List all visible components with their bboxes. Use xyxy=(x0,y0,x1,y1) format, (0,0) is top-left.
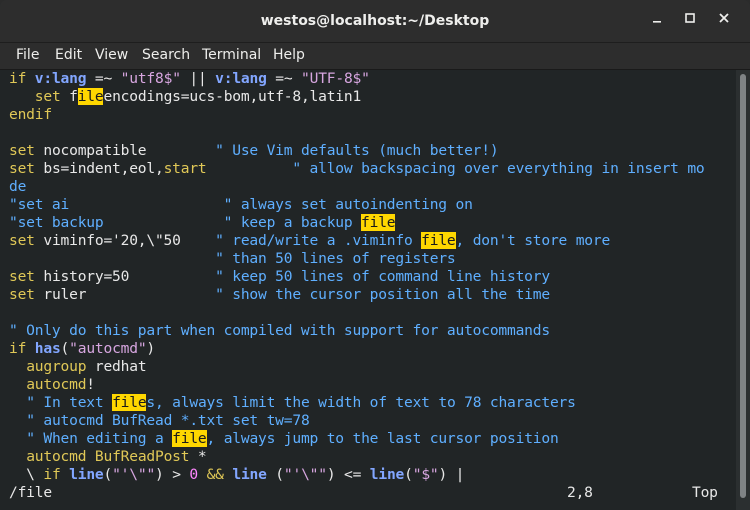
code-line: set viminfo='20,\"50 " read/write a .vim… xyxy=(9,232,611,249)
code-line: if has("autocmd") xyxy=(9,340,156,357)
menu-file[interactable]: File xyxy=(16,43,39,69)
code-line: de xyxy=(9,178,27,195)
menu-bar: File Edit View Search Terminal Help xyxy=(0,43,750,70)
menu-edit[interactable]: Edit xyxy=(55,43,82,69)
code-line: endif xyxy=(9,106,52,123)
maximize-icon xyxy=(685,13,695,23)
code-line: " Only do this part when compiled with s… xyxy=(9,322,550,339)
code-line: set bs=indent,eol,start " allow backspac… xyxy=(9,160,705,177)
code-line: autocmd! xyxy=(26,376,95,393)
maximize-button[interactable] xyxy=(680,11,700,31)
code-line: set history=50 " keep 50 lines of comman… xyxy=(9,268,550,285)
code-line: set nocompatible " Use Vim defaults (muc… xyxy=(9,142,499,159)
code-line: set ruler " show the cursor position all… xyxy=(9,286,550,303)
code-line: augroup redhat xyxy=(26,358,147,375)
code-line: \ if line("'\"") > 0 && line ("'\"") <= … xyxy=(9,466,465,483)
code-line: autocmd BufReadPost * xyxy=(26,448,207,465)
menu-help[interactable]: Help xyxy=(273,43,305,69)
vertical-scrollbar[interactable] xyxy=(736,70,750,510)
close-icon xyxy=(719,13,729,23)
terminal-content[interactable]: if v:lang =~ "utf8$" || v:lang =~ "UTF-8… xyxy=(0,70,736,510)
terminal-window: westos@localhost:~/Desktop File Edit Vie… xyxy=(0,0,750,510)
scroll-indicator: Top xyxy=(692,484,718,501)
code-line: "set ai " always set autoindenting on xyxy=(9,196,473,213)
vim-command-line[interactable]: /file xyxy=(9,484,52,502)
cursor-position: 2,8 xyxy=(567,484,593,501)
menu-search[interactable]: Search xyxy=(142,43,190,69)
code-line: " autocmd BufRead *.txt set tw=78 xyxy=(26,412,310,429)
window-title: westos@localhost:~/Desktop xyxy=(260,13,490,29)
code-line: " In text files, always limit the width … xyxy=(26,394,576,411)
title-bar[interactable]: westos@localhost:~/Desktop xyxy=(0,0,750,43)
code-line: set fileencodings=ucs-bom,utf-8,latin1 xyxy=(34,88,362,105)
code-line: " When editing a file, always jump to th… xyxy=(26,430,559,447)
code-line: if v:lang =~ "utf8$" || v:lang =~ "UTF-8… xyxy=(9,70,370,87)
close-button[interactable] xyxy=(714,11,734,31)
code-line: "set backup " keep a backup file xyxy=(9,214,396,231)
menu-view[interactable]: View xyxy=(95,43,128,69)
code-line: " than 50 lines of registers xyxy=(215,250,456,267)
menu-terminal[interactable]: Terminal xyxy=(202,43,261,69)
minimize-button[interactable] xyxy=(647,11,667,31)
minimize-icon xyxy=(653,21,661,23)
scrollbar-thumb[interactable] xyxy=(740,74,746,498)
